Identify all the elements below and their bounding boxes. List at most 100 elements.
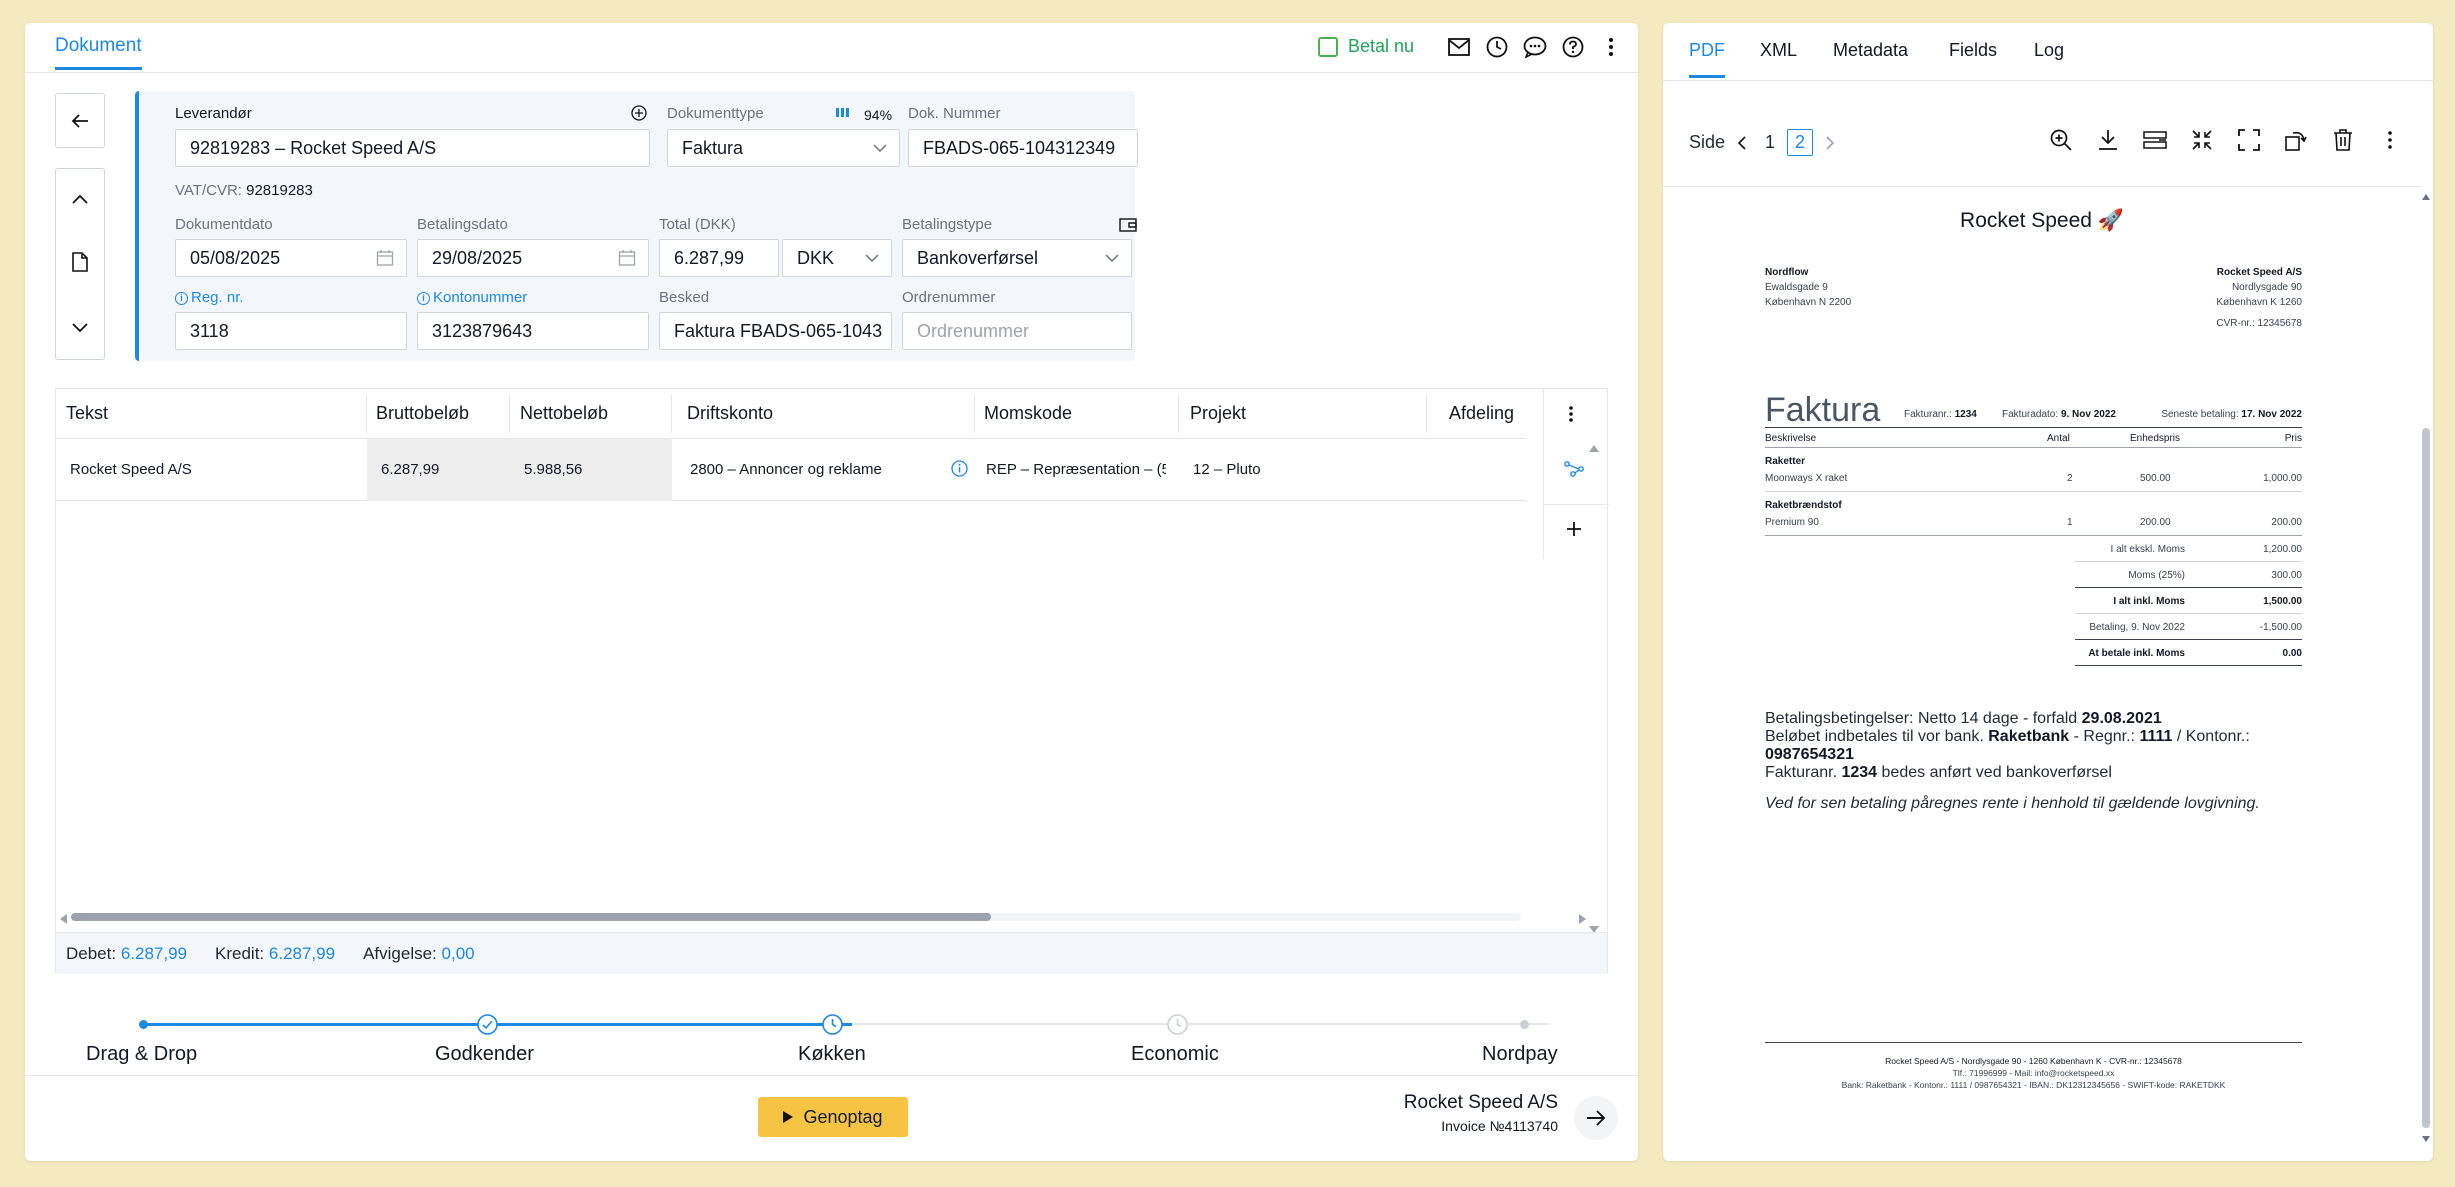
viewer-tabs: PDF XML Metadata Fields Log bbox=[1663, 23, 2433, 81]
rotate-icon[interactable] bbox=[2283, 127, 2309, 153]
add-supplier-icon[interactable] bbox=[631, 105, 647, 126]
info-icon: i bbox=[175, 292, 188, 305]
col-afdeling[interactable]: Afdeling bbox=[1449, 403, 1514, 424]
betalingstype-select[interactable]: Bankoverførsel bbox=[902, 239, 1132, 277]
scroll-up-icon[interactable] bbox=[1589, 439, 1599, 457]
compress-icon[interactable] bbox=[2189, 127, 2215, 153]
betal-nu-toggle[interactable]: Betal nu bbox=[1318, 36, 1414, 57]
step-godkender: Godkender bbox=[435, 1043, 534, 1065]
add-line-button[interactable] bbox=[1566, 521, 1582, 542]
invoice-terms: Betalingsbetingelser: Netto 14 dage - fo… bbox=[1765, 710, 2260, 812]
col-momskode[interactable]: Momskode bbox=[984, 403, 1072, 424]
cell-momskode[interactable]: REP – Repræsentation – (5 bbox=[986, 461, 1166, 478]
cell-driftskonto[interactable]: 2800 – Annoncer og reklame bbox=[690, 461, 882, 478]
tab-dokument[interactable]: Dokument bbox=[55, 35, 142, 70]
clock-icon[interactable] bbox=[1483, 33, 1511, 61]
more-vertical-icon[interactable] bbox=[1568, 405, 1574, 428]
col-driftskonto[interactable]: Driftskonto bbox=[687, 403, 773, 424]
row-actions bbox=[1543, 389, 1609, 559]
more-vertical-icon[interactable] bbox=[1597, 33, 1625, 61]
page-2[interactable]: 2 bbox=[1787, 129, 1814, 156]
dokumentdato-field[interactable]: 05/08/2025 bbox=[175, 239, 407, 277]
fullscreen-icon[interactable] bbox=[2236, 127, 2262, 153]
tab-fields[interactable]: Fields bbox=[1949, 40, 1997, 61]
zoom-in-icon[interactable] bbox=[2048, 127, 2074, 153]
invoice-footer: Rocket Speed A/S - Nordlysgade 90 - 1260… bbox=[1765, 1042, 2302, 1091]
split-line-icon[interactable] bbox=[1564, 461, 1584, 482]
chevron-up-icon bbox=[72, 194, 88, 204]
more-vertical-icon[interactable] bbox=[2377, 127, 2403, 153]
back-button[interactable] bbox=[55, 93, 105, 148]
wallet-icon[interactable] bbox=[1119, 217, 1137, 238]
chevron-down-icon bbox=[72, 322, 88, 332]
tab-xml[interactable]: XML bbox=[1760, 40, 1797, 61]
clock-icon bbox=[822, 1014, 843, 1040]
chevron-down-icon bbox=[1105, 254, 1119, 263]
download-icon[interactable] bbox=[2095, 127, 2121, 153]
clock-icon bbox=[1167, 1014, 1188, 1040]
next-document-button[interactable] bbox=[72, 320, 88, 338]
total-field[interactable]: 6.287,99 bbox=[659, 239, 779, 277]
chevron-left-icon[interactable] bbox=[1737, 135, 1747, 150]
cell-projekt[interactable]: 12 – Pluto bbox=[1193, 461, 1261, 478]
scroll-up-icon bbox=[2422, 188, 2430, 206]
previous-document-button[interactable] bbox=[72, 191, 88, 209]
next-document-button[interactable] bbox=[1574, 1096, 1618, 1140]
trash-icon[interactable] bbox=[2330, 127, 2356, 153]
chat-icon[interactable] bbox=[1521, 33, 1549, 61]
dokumenttype-label: Dokumenttype bbox=[667, 105, 764, 122]
leverandor-label: Leverandør bbox=[175, 105, 252, 122]
dokumenttype-select[interactable]: Faktura bbox=[667, 129, 900, 167]
col-nettobelob[interactable]: Nettobeløb bbox=[520, 403, 608, 424]
side-label: Side bbox=[1689, 132, 1726, 152]
chevron-right-icon[interactable] bbox=[1825, 135, 1835, 150]
genoptag-button[interactable]: Genoptag bbox=[758, 1097, 908, 1137]
doknummer-label: Dok. Nummer bbox=[908, 105, 1001, 122]
tab-metadata[interactable]: Metadata bbox=[1833, 40, 1908, 61]
info-icon[interactable] bbox=[951, 460, 968, 482]
invoice-title-row: Faktura Fakturanr.: 1234 Fakturadato: 9.… bbox=[1765, 391, 2302, 429]
besked-label: Besked bbox=[659, 289, 710, 306]
dokumenttype-value: Faktura bbox=[682, 137, 744, 158]
mail-icon[interactable] bbox=[1445, 33, 1473, 61]
betalingstype-value: Bankoverførsel bbox=[917, 247, 1039, 268]
scroll-left-icon[interactable] bbox=[59, 911, 67, 929]
leverandor-field[interactable]: 92819283 – Rocket Speed A/S bbox=[175, 129, 650, 167]
totals-bar: Debet: 6.287,99 Kredit: 6.287,99 Afvigel… bbox=[56, 932, 1607, 974]
plus-icon bbox=[1567, 522, 1581, 536]
cell-netto[interactable]: 5.988,56 bbox=[524, 461, 582, 478]
kontonummer-field[interactable]: 3123879643 bbox=[417, 312, 649, 350]
document-nav-group bbox=[55, 168, 105, 360]
doknummer-field[interactable]: FBADS-065-104312349 bbox=[908, 129, 1138, 167]
tab-log[interactable]: Log bbox=[2034, 40, 2064, 61]
currency-select[interactable]: DKK bbox=[782, 239, 892, 277]
col-tekst[interactable]: Tekst bbox=[66, 403, 108, 424]
cell-tekst[interactable]: Rocket Speed A/S bbox=[70, 461, 192, 478]
betal-nu-checkbox[interactable] bbox=[1318, 36, 1338, 57]
scroll-right-icon[interactable] bbox=[1579, 911, 1587, 929]
split-icon[interactable] bbox=[2142, 127, 2168, 153]
step-economic: Economic bbox=[1131, 1043, 1219, 1065]
debet-total: Debet: 6.287,99 bbox=[66, 943, 188, 963]
document-footer: Genoptag Rocket Speed A/S Invoice №41137… bbox=[25, 1075, 1638, 1161]
help-icon[interactable] bbox=[1559, 33, 1587, 61]
invoice-lines: Beskrivelse Antal Enhedspris Pris Rakett… bbox=[1765, 427, 2302, 666]
besked-field[interactable]: Faktura FBADS-065-1043 bbox=[659, 312, 892, 350]
table-row[interactable]: Rocket Speed A/S 6.287,99 5.988,56 2800 … bbox=[56, 439, 1526, 501]
regnr-field[interactable]: 3118 bbox=[175, 312, 407, 350]
tab-pdf[interactable]: PDF bbox=[1689, 40, 1725, 78]
horizontal-scrollbar[interactable] bbox=[71, 913, 1521, 921]
table-header: Tekst Bruttobeløb Nettobeløb Driftskonto… bbox=[56, 389, 1526, 439]
ordrenummer-field[interactable]: Ordrenummer bbox=[902, 312, 1132, 350]
file-icon bbox=[72, 251, 88, 272]
calendar-icon bbox=[376, 250, 394, 266]
col-bruttobelob[interactable]: Bruttobeløb bbox=[376, 403, 469, 424]
viewer-scrollbar[interactable] bbox=[2422, 188, 2430, 1148]
pdf-page[interactable]: Rocket Speed 🚀 Nordflow Ewaldsgade 9 Køb… bbox=[1663, 186, 2421, 1161]
col-projekt[interactable]: Projekt bbox=[1190, 403, 1246, 424]
page-1[interactable]: 1 bbox=[1765, 132, 1775, 153]
document-button[interactable] bbox=[72, 251, 88, 277]
invoice-summary: I alt ekskl. Moms 1,200.00 Moms (25%) 30… bbox=[2075, 536, 2302, 666]
betalingsdato-field[interactable]: 29/08/2025 bbox=[417, 239, 649, 277]
cell-brutto[interactable]: 6.287,99 bbox=[381, 461, 439, 478]
